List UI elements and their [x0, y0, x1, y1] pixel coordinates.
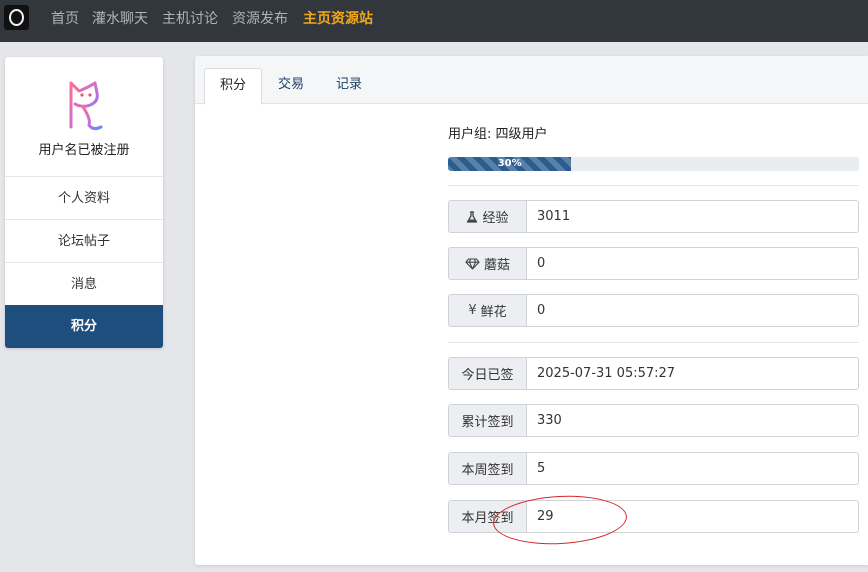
stat-label: 鲜花 — [480, 305, 507, 320]
divider — [448, 342, 859, 343]
stat-value: 3011 — [527, 200, 859, 233]
tab-records[interactable]: 记录 — [320, 68, 378, 105]
divider — [448, 185, 859, 186]
stat-row-flower: ¥ 鲜花 0 — [448, 294, 859, 327]
diamond-icon — [465, 257, 480, 270]
nav-link-host-discussion[interactable]: 主机讨论 — [162, 8, 218, 28]
nav-link-resource-site[interactable]: 主页资源站 — [303, 8, 373, 28]
nav-link-chat[interactable]: 灌水聊天 — [92, 8, 148, 28]
profile-sidebar: 用户名已被注册 个人资料 论坛帖子 消息 积分 — [5, 57, 163, 348]
nav-link-home[interactable]: 首页 — [51, 8, 79, 28]
checkin-row-total: 累计签到 330 — [448, 404, 859, 437]
checkin-value: 2025-07-31 05:57:27 — [527, 357, 859, 390]
sidebar-item-messages[interactable]: 消息 — [5, 262, 163, 305]
checkin-value: 5 — [527, 452, 859, 485]
site-logo-icon[interactable] — [4, 5, 29, 30]
stat-value: 0 — [527, 247, 859, 280]
checkin-row-month: 本月签到 29 — [448, 500, 859, 533]
checkin-label: 今日已签 — [448, 357, 527, 390]
checkin-label: 累计签到 — [448, 404, 527, 437]
level-progress-fill: 30% — [448, 157, 572, 171]
flask-icon — [466, 210, 478, 223]
sidebar-item-profile[interactable]: 个人资料 — [5, 176, 163, 219]
checkin-value: 330 — [527, 404, 859, 437]
sidebar-item-points[interactable]: 积分 — [5, 305, 163, 348]
sidebar-item-forum-posts[interactable]: 论坛帖子 — [5, 219, 163, 262]
checkin-row-today: 今日已签 2025-07-31 05:57:27 — [448, 357, 859, 390]
tab-bar: 积分 交易 记录 — [195, 56, 868, 105]
avatar — [53, 73, 117, 137]
checkin-label: 本月签到 — [448, 500, 527, 533]
tab-points[interactable]: 积分 — [204, 68, 262, 105]
username: 用户名已被注册 — [38, 143, 130, 158]
stat-label: 经验 — [482, 211, 509, 226]
top-navbar: 首页 灌水聊天 主机讨论 资源发布 主页资源站 — [0, 0, 868, 42]
stat-row-experience: 经验 3011 — [448, 200, 859, 233]
checkin-row-week: 本周签到 5 — [448, 452, 859, 485]
user-group-label: 用户组: 四级用户 — [448, 127, 548, 142]
yen-icon: ¥ — [468, 303, 477, 318]
level-progress-bar: 30% — [448, 157, 859, 171]
stat-value: 0 — [527, 294, 859, 327]
nav-link-resource-publish[interactable]: 资源发布 — [232, 8, 288, 28]
points-panel: 积分 交易 记录 用户组: 四级用户 30% 经验 3011 蘑菇 0 ¥ 鲜花 — [195, 56, 868, 565]
tab-trade[interactable]: 交易 — [262, 68, 320, 105]
checkin-value: 29 — [527, 500, 859, 533]
checkin-label: 本周签到 — [448, 452, 527, 485]
stat-row-mushroom: 蘑菇 0 — [448, 247, 859, 280]
stat-label: 蘑菇 — [483, 258, 510, 273]
